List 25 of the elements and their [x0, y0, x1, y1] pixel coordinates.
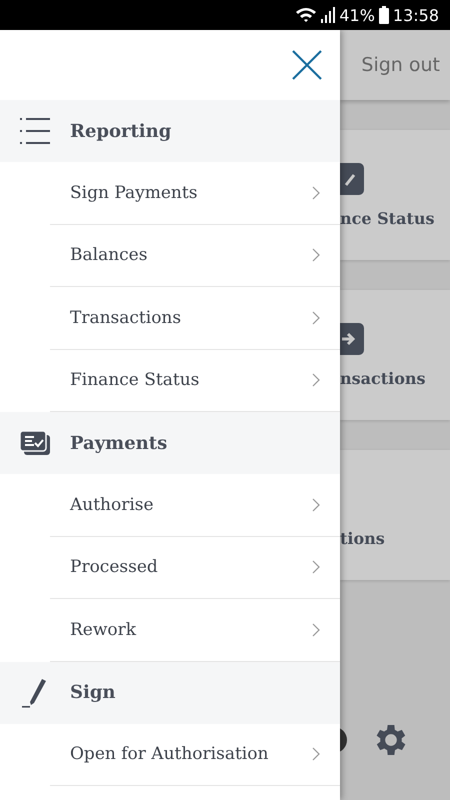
battery-icon	[378, 6, 389, 24]
section-title: Payments	[70, 432, 168, 454]
chevron-icon	[312, 498, 320, 512]
menu-item[interactable]: Open for Authorisation	[50, 724, 340, 786]
chevron-icon	[312, 310, 320, 325]
wifi-icon	[295, 7, 318, 23]
dashboard-card[interactable]: tions	[340, 450, 450, 580]
dashboard-card[interactable]: nce Status	[340, 130, 450, 260]
list-icon	[20, 117, 50, 145]
chevron-icon	[312, 747, 320, 762]
chevron-icon	[312, 560, 320, 574]
arrow-tile-icon	[340, 322, 364, 354]
chevron-icon	[312, 248, 320, 262]
chevron-icon	[312, 186, 320, 200]
section-title: Reporting	[70, 120, 172, 142]
pencil-tile-icon	[340, 162, 364, 194]
checklist-card-icon	[20, 431, 50, 455]
battery-percent: 41%	[339, 6, 375, 24]
section-title: Sign	[70, 682, 116, 703]
close-button[interactable]	[292, 50, 322, 80]
dashboard-card[interactable]: nsactions	[340, 290, 450, 420]
chevron-icon	[312, 373, 320, 388]
chevron-icon	[312, 622, 320, 637]
signal-icon	[321, 7, 336, 23]
clock-time: 13:58	[392, 6, 439, 24]
